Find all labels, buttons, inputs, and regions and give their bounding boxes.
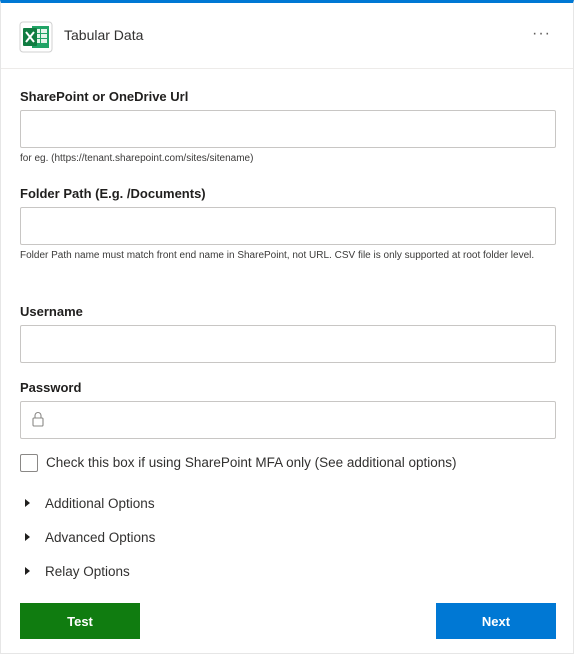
more-options-icon[interactable]: ··· <box>532 25 551 43</box>
sharepoint-url-input[interactable] <box>20 110 556 148</box>
connection-panel: Tabular Data ··· SharePoint or OneDrive … <box>0 0 574 654</box>
test-button[interactable]: Test <box>20 603 140 639</box>
caret-right-icon <box>25 533 30 541</box>
folder-path-label: Folder Path (E.g. /Documents) <box>20 186 206 201</box>
sharepoint-url-label: SharePoint or OneDrive Url <box>20 89 189 104</box>
mfa-checkbox[interactable] <box>20 454 38 472</box>
advanced-options-label: Advanced Options <box>45 530 156 545</box>
next-button[interactable]: Next <box>436 603 556 639</box>
password-label: Password <box>20 380 82 395</box>
folder-path-input[interactable] <box>20 207 556 245</box>
password-input[interactable] <box>20 401 556 439</box>
mfa-checkbox-label[interactable]: Check this box if using SharePoint MFA o… <box>46 455 456 470</box>
username-label: Username <box>20 304 83 319</box>
username-input[interactable] <box>20 325 556 363</box>
sharepoint-url-help: for eg. (https://tenant.sharepoint.com/s… <box>20 153 254 164</box>
excel-icon <box>19 21 53 53</box>
caret-right-icon <box>25 499 30 507</box>
caret-right-icon <box>25 567 30 575</box>
panel-header: Tabular Data ··· <box>1 3 573 69</box>
folder-path-help: Folder Path name must match front end na… <box>20 250 535 261</box>
additional-options-label: Additional Options <box>45 496 155 511</box>
lock-icon <box>32 412 44 427</box>
app-title: Tabular Data <box>64 27 144 43</box>
relay-options-label: Relay Options <box>45 564 130 579</box>
